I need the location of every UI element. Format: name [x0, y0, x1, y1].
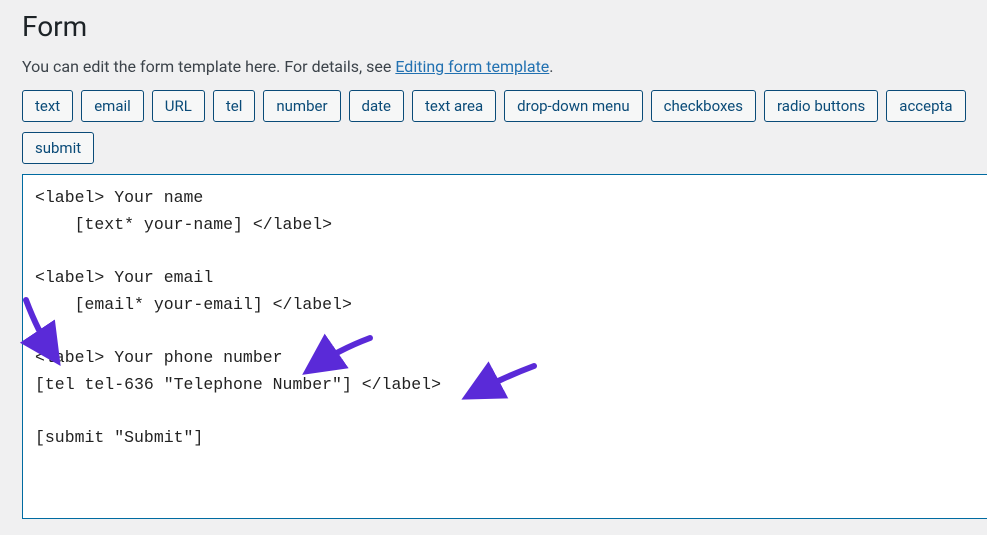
tag-row-1: text email URL tel number date text area… — [22, 90, 987, 122]
tag-button-radio[interactable]: radio buttons — [764, 90, 878, 122]
tag-button-url[interactable]: URL — [152, 90, 205, 122]
tag-button-acceptance[interactable]: accepta — [886, 90, 965, 122]
intro-text: You can edit the form template here. For… — [22, 57, 987, 76]
tag-row-2: submit — [22, 132, 987, 164]
tag-button-dropdown[interactable]: drop-down menu — [504, 90, 642, 122]
tag-button-email[interactable]: email — [81, 90, 144, 122]
intro-link[interactable]: Editing form template — [395, 57, 549, 76]
tag-button-date[interactable]: date — [349, 90, 404, 122]
form-template-editor[interactable]: <label> Your name [text* your-name] </la… — [22, 174, 987, 519]
tag-button-tel[interactable]: tel — [213, 90, 256, 122]
section-heading: Form — [22, 10, 987, 43]
intro-suffix: . — [549, 57, 553, 76]
intro-prefix: You can edit the form template here. For… — [22, 57, 395, 76]
tag-button-textarea[interactable]: text area — [412, 90, 496, 122]
tag-button-text[interactable]: text — [22, 90, 73, 122]
tag-button-checkboxes[interactable]: checkboxes — [651, 90, 756, 122]
tag-button-number[interactable]: number — [263, 90, 340, 122]
tag-button-submit[interactable]: submit — [22, 132, 94, 164]
